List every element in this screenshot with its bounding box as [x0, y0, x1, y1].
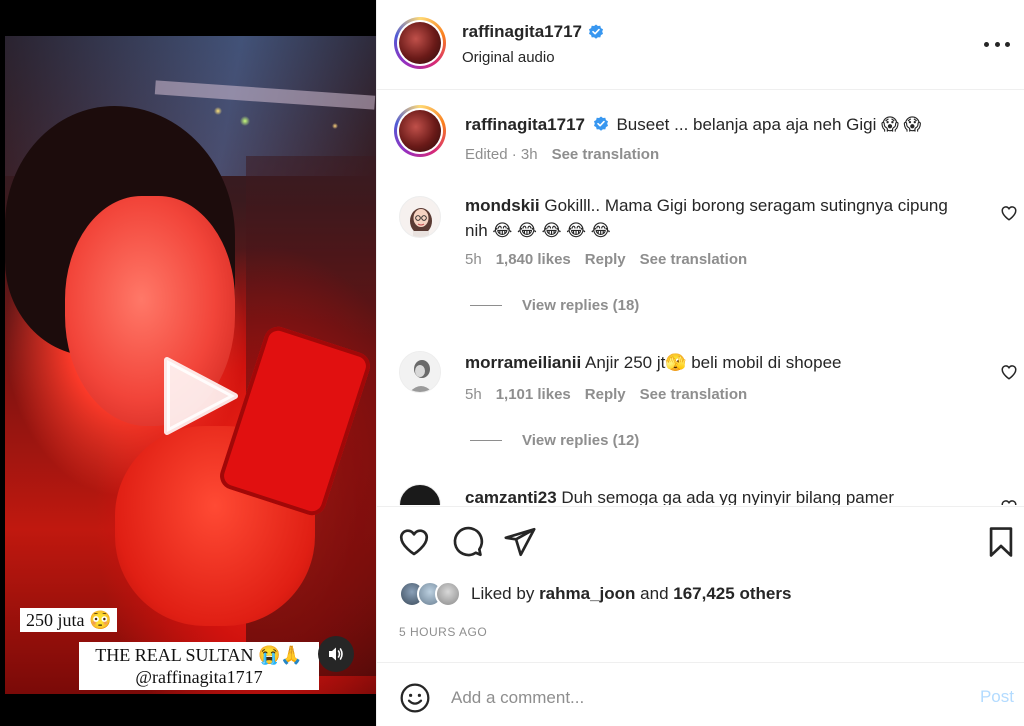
likes-summary: Liked by rahma_joon and 167,425 others — [399, 581, 791, 607]
original-audio-link[interactable]: Original audio — [462, 49, 555, 66]
add-comment-bar: Post — [377, 662, 1024, 726]
post-details-panel: raffinagita1717 Original audio raffinagi… — [376, 0, 1024, 726]
likes-others-count[interactable]: 167,425 others — [673, 584, 791, 603]
caption-meta: Edited · 3h See translation — [465, 146, 660, 163]
more-dot-icon — [1005, 41, 1010, 47]
play-icon[interactable] — [157, 354, 241, 438]
like-comment-heart-icon[interactable] — [1000, 363, 1018, 381]
like-comment-heart-icon[interactable] — [1000, 204, 1018, 222]
comment-see-translation[interactable]: See translation — [640, 251, 748, 268]
comment-reply-button[interactable]: Reply — [585, 386, 626, 403]
commenter-avatar[interactable] — [399, 196, 441, 238]
media-panel: 250 juta 😳 THE REAL SULTAN 😭🙏 @raffinagi… — [0, 0, 376, 726]
save-bookmark-icon[interactable] — [984, 525, 1018, 559]
replies-divider-line — [470, 440, 502, 441]
comment-time[interactable]: 5h — [465, 386, 482, 403]
view-replies-label: View replies (12) — [522, 432, 640, 449]
caption-author-avatar[interactable] — [394, 105, 446, 157]
commenter-avatar[interactable] — [399, 351, 441, 393]
liked-by-user[interactable]: rahma_joon — [539, 584, 635, 603]
likes-text: Liked by rahma_joon and 167,425 others — [471, 584, 791, 604]
comment-likes[interactable]: 1,840 likes — [496, 251, 571, 268]
profile-photo-icon — [400, 352, 440, 392]
emoji-smiley-icon[interactable] — [399, 682, 431, 714]
likes-and: and — [640, 584, 669, 603]
video-caption-title: THE REAL SULTAN 😭🙏 — [95, 645, 303, 665]
caption-edited: Edited — [465, 146, 508, 163]
video-caption-sultan: THE REAL SULTAN 😭🙏 @raffinagita1717 — [79, 642, 319, 690]
share-paper-plane-icon[interactable] — [503, 525, 537, 559]
like-comment-heart-icon[interactable] — [1000, 498, 1018, 505]
caption-text-row: raffinagita1717 Buseet ... belanja apa a… — [465, 112, 965, 137]
comments-list[interactable]: raffinagita1717 Buseet ... belanja apa a… — [377, 91, 1024, 505]
more-dot-icon — [984, 41, 989, 47]
video-caption-price: 250 juta 😳 — [20, 608, 118, 632]
post-timestamp[interactable]: 5 HOURS AGO — [399, 625, 487, 639]
verified-badge-icon — [589, 24, 603, 39]
comment-reply-button[interactable]: Reply — [585, 251, 626, 268]
post-comment-button[interactable]: Post — [980, 687, 1014, 707]
post-actions: Liked by rahma_joon and 167,425 others 5… — [377, 506, 1024, 726]
comment-input[interactable] — [451, 683, 931, 713]
caption-text: Buseet ... belanja apa aja neh Gigi 😱 😱 — [616, 115, 922, 134]
comment-body: camzanti23 Duh semoga ga ada yg nyinyir … — [465, 485, 965, 505]
comment-time[interactable]: 5h — [465, 251, 482, 268]
caption-time[interactable]: 3h — [521, 146, 538, 163]
speaker-icon — [329, 647, 343, 661]
caption-username[interactable]: raffinagita1717 — [465, 115, 585, 134]
comment-username[interactable]: mondskii — [465, 196, 540, 215]
liker-avatar[interactable] — [435, 581, 461, 607]
view-replies-button[interactable]: View replies (18) — [470, 297, 639, 314]
view-replies-label: View replies (18) — [522, 297, 640, 314]
more-options-button[interactable] — [984, 32, 1010, 56]
caption-see-translation[interactable]: See translation — [552, 146, 660, 163]
comment-likes[interactable]: 1,101 likes — [496, 386, 571, 403]
comment-meta: 5h 1,840 likes Reply See translation — [465, 251, 747, 268]
author-username-row: raffinagita1717 — [462, 22, 604, 42]
like-heart-icon[interactable] — [397, 525, 431, 559]
comment-body: mondskii Gokilll.. Mama Gigi borong sera… — [465, 193, 965, 243]
cartoon-avatar-icon — [410, 208, 432, 237]
likes-prefix: Liked by — [471, 584, 535, 603]
mute-button[interactable] — [318, 636, 354, 672]
replies-divider-line — [470, 305, 502, 306]
view-replies-button[interactable]: View replies (12) — [470, 432, 639, 449]
post-header: raffinagita1717 Original audio — [377, 0, 1024, 90]
author-username[interactable]: raffinagita1717 — [462, 22, 582, 42]
comment-username[interactable]: camzanti23 — [465, 488, 557, 505]
video-caption-handle: @raffinagita1717 — [135, 667, 263, 687]
comment-username[interactable]: morrameilianii — [465, 353, 581, 372]
comment-meta: 5h 1,101 likes Reply See translation — [465, 386, 747, 403]
more-dot-icon — [994, 41, 1000, 47]
comment-text: Anjir 250 jt🫣 beli mobil di shopee — [585, 353, 842, 372]
comment-bubble-icon[interactable] — [450, 525, 484, 559]
comment-body: morrameilianii Anjir 250 jt🫣 beli mobil … — [465, 350, 965, 375]
comment-text: Duh semoga ga ada yg nyinyir bilang pame… — [561, 488, 895, 505]
commenter-avatar[interactable] — [399, 484, 441, 505]
author-avatar[interactable] — [394, 17, 446, 69]
verified-badge-icon — [593, 116, 608, 131]
comment-see-translation[interactable]: See translation — [640, 386, 748, 403]
video-player[interactable] — [5, 36, 376, 694]
